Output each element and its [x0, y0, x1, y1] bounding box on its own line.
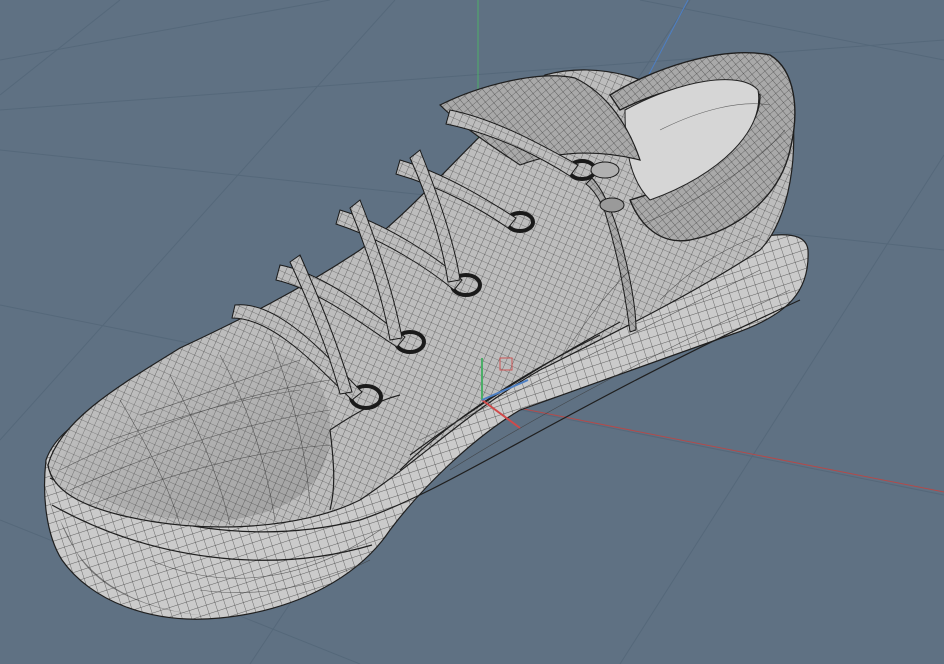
shoe-mesh[interactable]	[43, 52, 809, 620]
3d-viewport[interactable]	[0, 0, 944, 664]
viewport-canvas[interactable]	[0, 0, 944, 664]
world-x-axis	[477, 399, 944, 493]
